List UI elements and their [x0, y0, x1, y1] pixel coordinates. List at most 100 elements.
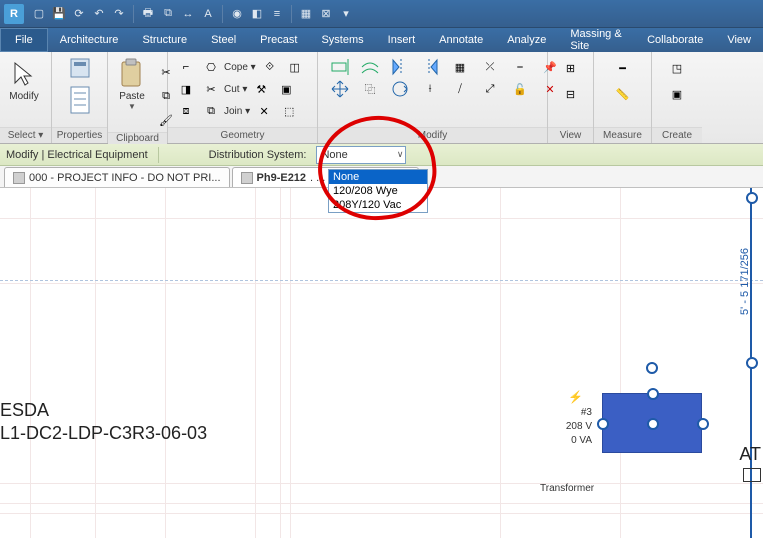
panel-label-clipboard: Clipboard	[108, 132, 167, 144]
dim-handle-top[interactable]	[746, 192, 758, 204]
join-icon[interactable]: ⧈	[174, 99, 198, 123]
rotate-icon[interactable]	[388, 77, 412, 101]
split-elem-icon[interactable]: ⧸	[448, 77, 472, 101]
extend-icon[interactable]: ⟐	[258, 55, 282, 79]
demolish-icon[interactable]: ⚒	[249, 77, 273, 101]
show-crop-icon[interactable]: ⊟	[559, 82, 583, 106]
close-hidden-icon[interactable]: ⊠	[317, 5, 335, 23]
menu-precast[interactable]: Precast	[248, 28, 309, 52]
menu-structure[interactable]: Structure	[130, 28, 199, 52]
doc-icon	[241, 172, 253, 184]
paste-button[interactable]: Paste ▼	[112, 56, 152, 113]
hide-crop-icon[interactable]: ⊞	[559, 56, 583, 80]
measure-icon[interactable]: ⧉	[159, 5, 177, 23]
dimension-text[interactable]: 5' - 5 171/256	[739, 248, 751, 315]
trim2-icon[interactable]: ⎯	[508, 55, 532, 79]
text-at: AT	[739, 444, 761, 465]
equip-handle-e[interactable]	[697, 418, 709, 430]
plan-icon[interactable]: ≡	[268, 5, 286, 23]
equip-handle-c[interactable]	[647, 418, 659, 430]
thin-lines-icon[interactable]: ▦	[297, 5, 315, 23]
distribution-system-dropdown-list[interactable]: None 120/208 Wye 208Y/120 Vac	[328, 169, 428, 213]
equip-handle-n[interactable]	[647, 388, 659, 400]
equip-type: Transformer	[540, 483, 594, 494]
distribution-system-dropdown[interactable]: None ∨	[316, 146, 406, 164]
join-label[interactable]: Join ▾	[224, 106, 250, 117]
file-menu[interactable]: File	[0, 28, 48, 52]
wall-open-icon[interactable]: ◫	[283, 55, 307, 79]
3d-icon[interactable]: ◉	[228, 5, 246, 23]
dropdown-value: None	[321, 149, 347, 161]
dim-icon[interactable]: ↔	[179, 5, 197, 23]
aligned-dim-icon[interactable]: ━	[611, 56, 635, 80]
menu-view[interactable]: View	[715, 28, 763, 52]
panel-label-select[interactable]: Select ▾	[0, 127, 51, 143]
tab-label: 000 - PROJECT INFO - DO NOT PRI...	[29, 172, 221, 184]
scale-icon[interactable]: ⤢	[478, 77, 502, 101]
cope-icon[interactable]: ⎔	[199, 55, 223, 79]
menu-analyze[interactable]: Analyze	[495, 28, 558, 52]
doc-tab-1[interactable]: 000 - PROJECT INFO - DO NOT PRI...	[4, 167, 230, 187]
dropdown-option-none[interactable]: None	[329, 170, 427, 184]
cut-geom-icon[interactable]: ✂	[199, 77, 223, 101]
menu-insert[interactable]: Insert	[376, 28, 428, 52]
box-shape	[743, 468, 761, 482]
section-icon[interactable]: ◧	[248, 5, 266, 23]
create-group-icon[interactable]: ▣	[665, 82, 689, 106]
notch-icon[interactable]: ⌐	[174, 55, 198, 79]
print-icon[interactable]: 🖶	[139, 5, 157, 23]
split-face-icon[interactable]: ◨	[174, 77, 198, 101]
menu-bar: File Architecture Structure Steel Precas…	[0, 28, 763, 52]
dim-handle-bot[interactable]	[746, 357, 758, 369]
dropdown-option-208y-120[interactable]: 208Y/120 Vac	[329, 198, 427, 212]
chevron-down-icon: ∨	[397, 149, 404, 160]
equip-va: 0 VA	[540, 434, 592, 448]
properties-icon[interactable]	[68, 82, 92, 118]
trim-icon[interactable]: ✕	[252, 99, 276, 123]
equip-handle-w[interactable]	[597, 418, 609, 430]
join2-icon[interactable]: ⧉	[199, 99, 223, 123]
chevron-down-icon[interactable]: ▾	[337, 5, 355, 23]
menu-collaborate[interactable]: Collaborate	[635, 28, 715, 52]
type-properties-icon[interactable]	[68, 56, 92, 80]
cutgeom-label[interactable]: Cut ▾	[224, 84, 247, 95]
open-icon[interactable]: ▢	[30, 5, 48, 23]
sync-icon[interactable]: ⟳	[70, 5, 88, 23]
undo-icon[interactable]: ↶	[90, 5, 108, 23]
modify-button[interactable]: Modify	[4, 56, 44, 104]
menu-annotate[interactable]: Annotate	[427, 28, 495, 52]
offset-icon[interactable]	[358, 55, 382, 79]
drawing-canvas[interactable]: 5' - 5 171/256 ESDA L1-DC2-LDP-C3R3-06-0…	[0, 188, 763, 538]
cope-label[interactable]: Cope ▾	[224, 62, 256, 73]
menu-systems[interactable]: Systems	[309, 28, 375, 52]
trim-extend-icon[interactable]: ⟊	[418, 77, 442, 101]
dropdown-option-120-208[interactable]: 120/208 Wye	[329, 184, 427, 198]
transformer-equipment[interactable]	[602, 393, 702, 453]
lightning-icon: ⚡	[568, 390, 583, 404]
measure-tool-icon[interactable]: 📏	[611, 82, 635, 106]
mirror-pick-icon[interactable]	[418, 55, 442, 79]
move-icon[interactable]	[328, 77, 352, 101]
panel-label-geometry: Geometry	[168, 127, 317, 143]
save-icon[interactable]: 💾	[50, 5, 68, 23]
copy-move-icon[interactable]: ⿻	[358, 77, 382, 101]
align-icon[interactable]	[328, 55, 352, 79]
text-designation: L1-DC2-LDP-C3R3-06-03	[0, 423, 207, 444]
equip-flip-handle[interactable]	[646, 362, 658, 374]
redo-icon[interactable]: ↷	[110, 5, 128, 23]
text-esda: ESDA	[0, 400, 49, 421]
menu-massing[interactable]: Massing & Site	[558, 28, 635, 52]
beam-icon[interactable]: ⬚	[277, 99, 301, 123]
menu-steel[interactable]: Steel	[199, 28, 248, 52]
panel-label-create: Create	[652, 127, 702, 143]
split-icon[interactable]: ⤫	[478, 55, 502, 79]
paint-icon[interactable]: ▣	[274, 77, 298, 101]
tab-label: Ph9-E212	[257, 172, 307, 184]
array-icon[interactable]: ▦	[448, 55, 472, 79]
panel-label-measure: Measure	[594, 127, 651, 143]
menu-architecture[interactable]: Architecture	[48, 28, 131, 52]
create-similar-icon[interactable]: ◳	[665, 56, 689, 80]
unpin-icon[interactable]: 🔓	[508, 77, 532, 101]
mirror-axis-icon[interactable]	[388, 55, 412, 79]
text-icon[interactable]: A	[199, 5, 217, 23]
